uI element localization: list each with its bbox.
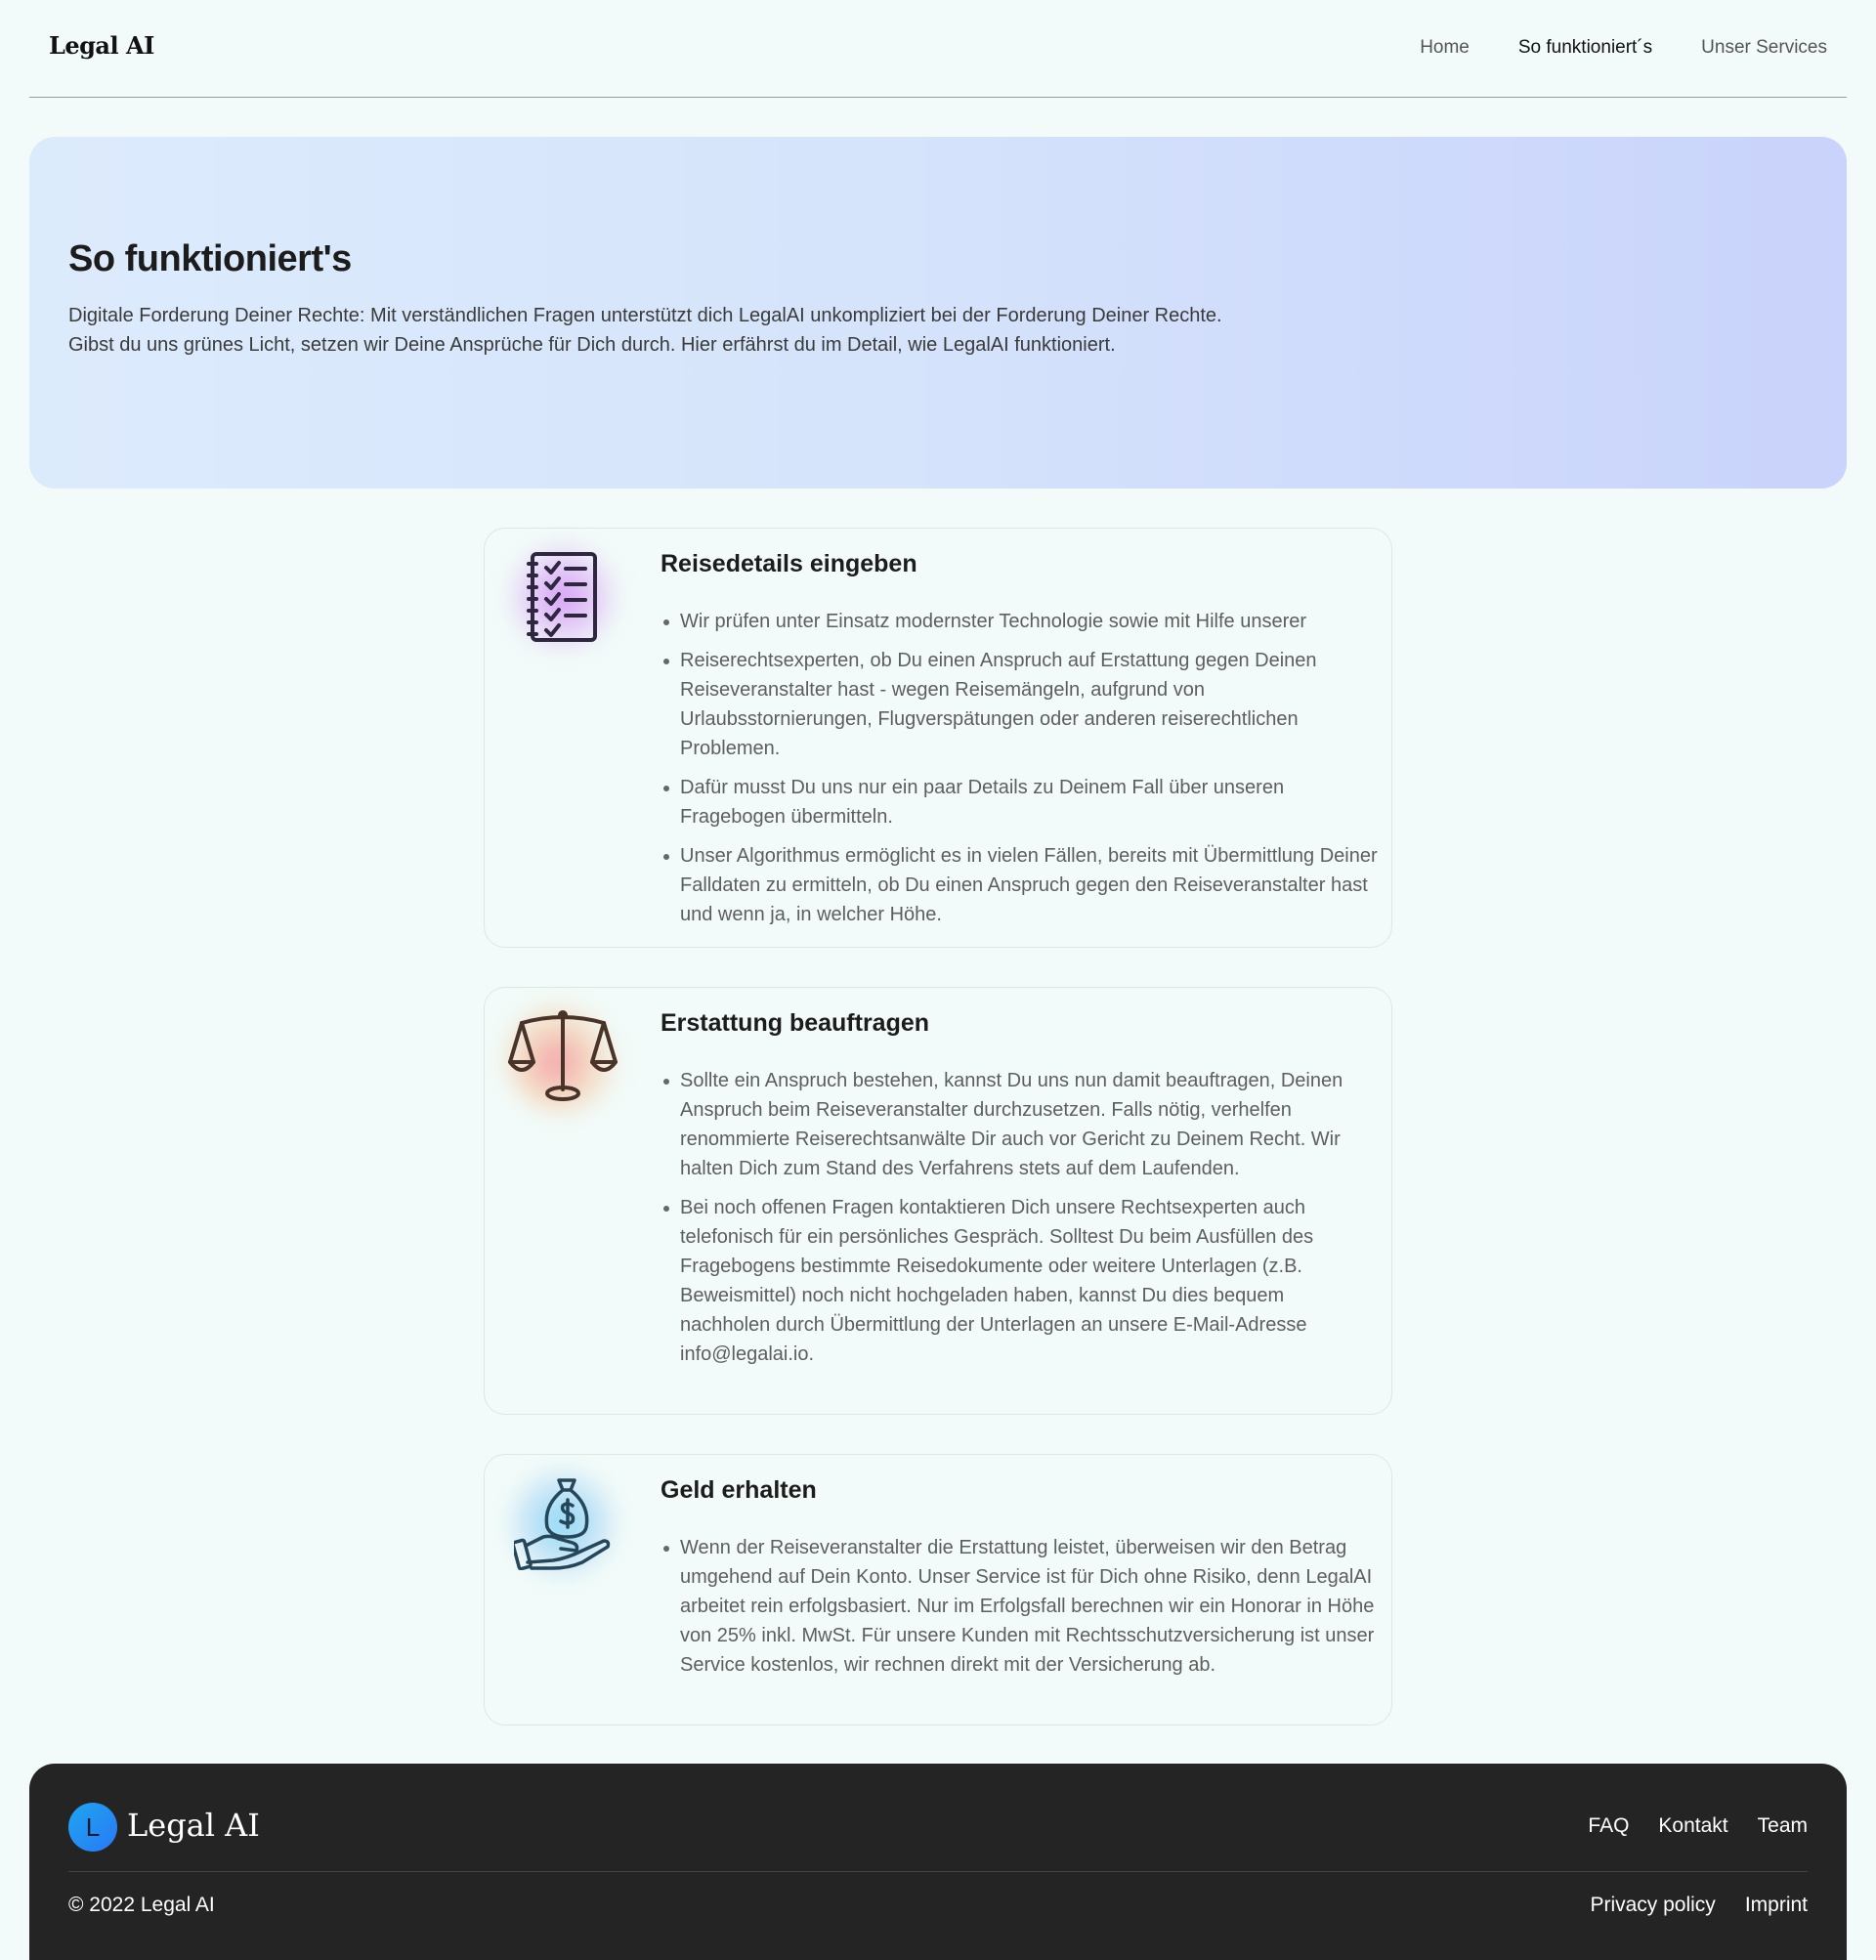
list-item: Reiserechtsexperten, ob Du einen Anspruc… — [661, 646, 1379, 763]
step-title: Erstattung beauftragen — [661, 1009, 930, 1037]
list-item: Wir prüfen unter Einsatz modernster Tech… — [661, 607, 1379, 636]
nav-so-funktionierts[interactable]: So funktioniert´s — [1518, 37, 1652, 59]
copyright: © 2022 Legal AI — [68, 1894, 215, 1916]
hero-banner: So funktioniert's Digitale Forderung Dei… — [29, 137, 1847, 489]
list-item: Bei noch offenen Fragen kontaktieren Dic… — [661, 1193, 1379, 1369]
scales-icon — [504, 998, 621, 1115]
footer-nav: FAQ Kontakt Team — [1588, 1814, 1808, 1838]
step-title: Reisedetails eingeben — [661, 550, 917, 577]
footer-link-kontakt[interactable]: Kontakt — [1658, 1814, 1727, 1838]
footer-link-faq[interactable]: FAQ — [1588, 1814, 1629, 1838]
step-list: Wir prüfen unter Einsatz modernster Tech… — [661, 607, 1379, 939]
list-item: Wenn der Reiseveranstalter die Erstattun… — [661, 1533, 1379, 1680]
nav-home[interactable]: Home — [1420, 37, 1470, 59]
footer-link-team[interactable]: Team — [1758, 1814, 1808, 1838]
step-card-geld-erhalten: Geld erhalten Wenn der Reiseveranstalter… — [484, 1454, 1392, 1726]
site-logo[interactable]: Legal AI — [49, 31, 154, 60]
footer-link-privacy[interactable]: Privacy policy — [1590, 1894, 1715, 1917]
step-card-erstattung: Erstattung beauftragen Sollte ein Anspru… — [484, 987, 1392, 1415]
money-bag-hand-icon — [504, 1465, 621, 1582]
main-nav: Home So funktioniert´s Unser Services — [1420, 37, 1827, 59]
site-header: Legal AI Home So funktioniert´s Unser Se… — [29, 0, 1847, 98]
footer-divider — [68, 1871, 1808, 1872]
footer-link-imprint[interactable]: Imprint — [1745, 1894, 1808, 1917]
page-title: So funktioniert's — [68, 238, 352, 279]
hero-description: Digitale Forderung Deiner Rechte: Mit ve… — [68, 305, 1222, 356]
footer-logo-text[interactable]: Legal AI — [127, 1807, 260, 1844]
step-list: Wenn der Reiseveranstalter die Erstattun… — [661, 1533, 1379, 1689]
list-item: Unser Algorithmus ermöglicht es in viele… — [661, 841, 1379, 929]
site-footer: L Legal AI FAQ Kontakt Team © 2022 Legal… — [29, 1764, 1847, 1960]
checklist-icon — [504, 538, 621, 656]
footer-logo-icon[interactable]: L — [68, 1803, 117, 1852]
nav-unser-services[interactable]: Unser Services — [1701, 37, 1827, 59]
list-item: Dafür musst Du uns nur ein paar Details … — [661, 773, 1379, 831]
step-title: Geld erhalten — [661, 1476, 817, 1504]
list-item: Sollte ein Anspruch bestehen, kannst Du … — [661, 1066, 1379, 1183]
step-list: Sollte ein Anspruch bestehen, kannst Du … — [661, 1066, 1379, 1379]
step-card-reisedetails: Reisedetails eingeben Wir prüfen unter E… — [484, 528, 1392, 948]
footer-legal-nav: Privacy policy Imprint — [1590, 1894, 1808, 1917]
